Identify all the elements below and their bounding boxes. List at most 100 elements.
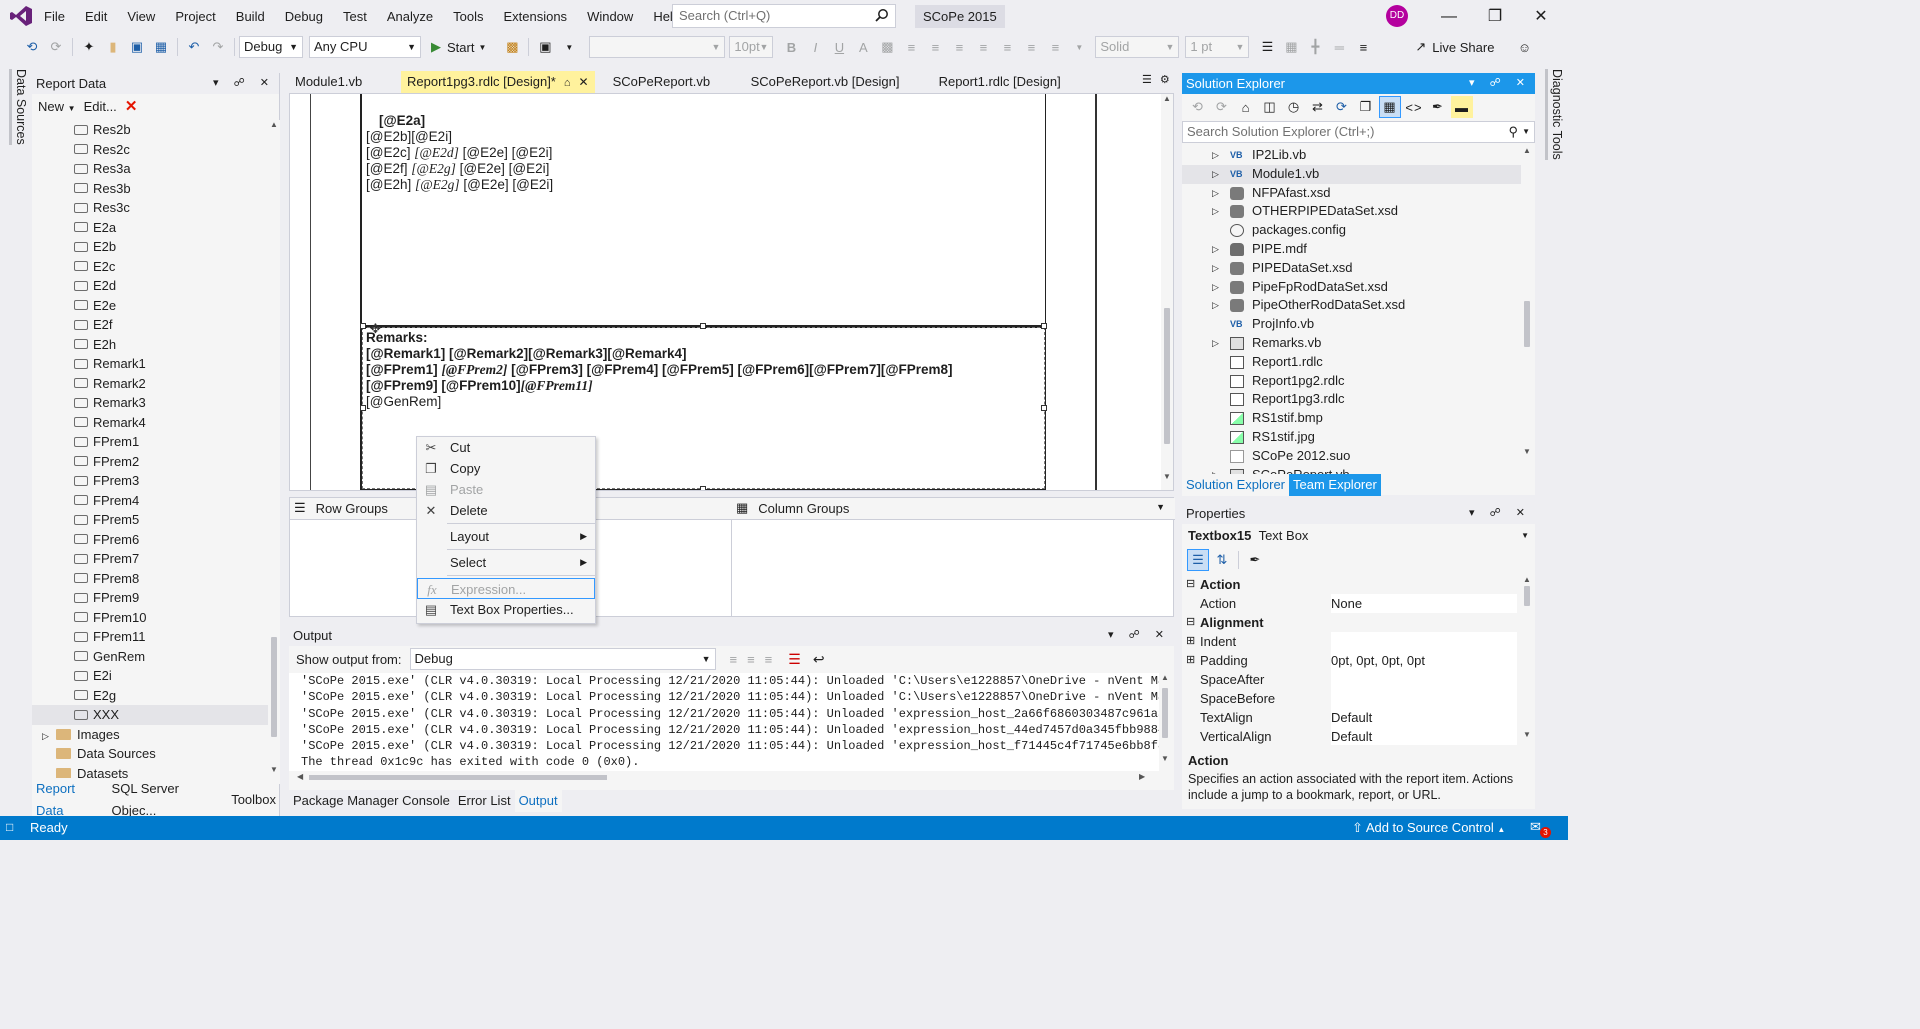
start-button[interactable]: ▶ Start ▼ xyxy=(431,39,486,55)
field-item[interactable]: E2d xyxy=(32,276,268,296)
folder-item[interactable]: ▷ Images xyxy=(32,725,268,745)
property-row[interactable]: ⊞ Padding 0pt, 0pt, 0pt, 0pt xyxy=(1182,651,1522,670)
solution-item[interactable]: ▷ Remarks.vb xyxy=(1182,334,1522,353)
resize-handle[interactable] xyxy=(700,486,706,490)
forward-icon[interactable]: ⟳ xyxy=(1211,96,1233,118)
scrollbar-thumb[interactable] xyxy=(271,637,277,737)
property-row[interactable]: ⊞ Indent xyxy=(1182,632,1522,651)
field-item[interactable]: E2e xyxy=(32,296,268,316)
scroll-up-icon[interactable]: ▲ xyxy=(1161,94,1173,103)
tab-team-explorer[interactable]: Team Explorer xyxy=(1289,473,1381,496)
show-all-files-icon[interactable]: ▦ xyxy=(1379,96,1401,118)
refresh-icon[interactable]: ⟳ xyxy=(1331,96,1353,118)
font-family-select[interactable]: ▼ xyxy=(589,36,726,58)
back-icon[interactable]: ⟲ xyxy=(21,36,43,58)
field-item[interactable]: FPrem8 xyxy=(32,569,268,589)
solution-item[interactable]: SCoPe 2012.suo xyxy=(1182,447,1522,466)
document-tab[interactable]: SCoPeReport.vb [Design] xyxy=(745,71,921,93)
menu-project[interactable]: Project xyxy=(165,0,225,33)
clear-all-icon[interactable]: ☰ xyxy=(788,651,801,668)
solution-item[interactable]: ▷ OTHERPIPEDataSet.xsd xyxy=(1182,202,1522,221)
field-item[interactable]: FPrem10 xyxy=(32,608,268,628)
properties-icon[interactable]: ✒ xyxy=(1427,96,1449,118)
property-row[interactable]: SpaceBefore xyxy=(1182,689,1522,708)
font-size-select[interactable]: 10pt ▼ xyxy=(729,36,774,58)
field-item[interactable]: E2a xyxy=(32,218,268,238)
solution-item[interactable]: Report1pg2.rdlc xyxy=(1182,372,1522,391)
delete-icon[interactable]: ✕ xyxy=(125,97,138,115)
scroll-left-icon[interactable]: ◀ xyxy=(297,772,303,781)
border-icon[interactable]: ☰ xyxy=(1256,36,1278,58)
close-window-button[interactable]: ✕ xyxy=(1518,0,1564,33)
pending-changes-icon[interactable]: ◷ xyxy=(1283,96,1305,118)
menu-item-select[interactable]: Select ▶ xyxy=(417,552,595,573)
alphabetical-icon[interactable]: ⇅ xyxy=(1211,549,1233,571)
field-item[interactable]: E2c xyxy=(32,257,268,277)
solution-scrollbar[interactable]: ▲ ▼ xyxy=(1521,146,1533,470)
align-right-icon[interactable]: ≡ xyxy=(948,36,970,58)
collapse-all-icon[interactable]: ❐ xyxy=(1355,96,1377,118)
solution-item[interactable]: Report1.rdlc xyxy=(1182,353,1522,372)
line-style-select[interactable]: Solid ▼ xyxy=(1095,36,1180,58)
bullet-list-icon[interactable]: ≡ xyxy=(996,36,1018,58)
expand-icon[interactable]: ▷ xyxy=(1212,146,1219,165)
object-selector[interactable]: Textbox15 Text Box ▼ xyxy=(1182,526,1535,546)
scroll-down-icon[interactable]: ▼ xyxy=(1159,754,1171,763)
tab-solution-explorer[interactable]: Solution Explorer xyxy=(1182,473,1289,496)
configuration-select[interactable]: Debug ▼ xyxy=(239,36,303,58)
field-item[interactable]: Res2c xyxy=(32,140,268,160)
live-share-button[interactable]: ↗ Live Share xyxy=(1415,39,1494,55)
menu-analyze[interactable]: Analyze xyxy=(377,0,443,33)
field-item[interactable]: Remark2 xyxy=(32,374,268,394)
field-item[interactable]: Remark4 xyxy=(32,413,268,433)
scroll-up-icon[interactable]: ▲ xyxy=(1521,575,1533,584)
expand-icon[interactable]: ⊞ xyxy=(1186,651,1195,670)
resize-handle[interactable] xyxy=(700,323,706,329)
categorized-icon[interactable]: ☰ xyxy=(1187,549,1209,571)
property-value[interactable]: 0pt, 0pt, 0pt, 0pt xyxy=(1331,651,1517,670)
scroll-up-icon[interactable]: ▲ xyxy=(1521,146,1533,155)
expand-icon[interactable]: ▷ xyxy=(1212,240,1219,259)
platform-select[interactable]: Any CPU ▼ xyxy=(309,36,421,58)
field-item[interactable]: FPrem5 xyxy=(32,510,268,530)
distribute-icon[interactable]: ═ xyxy=(1328,36,1350,58)
menu-extensions[interactable]: Extensions xyxy=(493,0,577,33)
field-item[interactable]: Remark3 xyxy=(32,393,268,413)
field-item[interactable]: Remark1 xyxy=(32,354,268,374)
scroll-up-icon[interactable]: ▲ xyxy=(268,120,280,129)
menu-item-text-box-properties[interactable]: ▤ Text Box Properties... xyxy=(417,599,595,620)
property-value[interactable]: Default xyxy=(1331,708,1517,727)
layout-more-icon[interactable]: ≡ xyxy=(1352,36,1374,58)
field-item[interactable]: Res2b xyxy=(32,120,268,140)
scroll-down-icon[interactable]: ▼ xyxy=(1521,730,1533,739)
increase-indent-icon[interactable]: ≡ xyxy=(1044,36,1066,58)
solution-item[interactable]: ▷ VB IP2Lib.vb xyxy=(1182,146,1522,165)
home-icon[interactable]: ⌂ xyxy=(1235,96,1257,118)
pin-icon[interactable]: ⌂ xyxy=(564,77,571,89)
view-code-icon[interactable]: <> xyxy=(1403,96,1425,118)
property-value[interactable]: None xyxy=(1331,594,1517,613)
align-objects-icon[interactable]: ╋ xyxy=(1304,36,1326,58)
scroll-down-icon[interactable]: ▼ xyxy=(1161,472,1173,481)
bold-icon[interactable]: B xyxy=(780,36,802,58)
edit-button[interactable]: Edit... xyxy=(84,99,117,114)
collapse-icon[interactable]: ⊟ xyxy=(1186,575,1195,594)
resize-handle[interactable] xyxy=(1041,405,1047,411)
expand-icon[interactable]: ▷ xyxy=(1212,296,1219,315)
menu-edit[interactable]: Edit xyxy=(75,0,117,33)
expand-icon[interactable]: ▷ xyxy=(1212,202,1219,221)
field-item[interactable]: FPrem4 xyxy=(32,491,268,511)
solution-explorer-search[interactable]: Search Solution Explorer (Ctrl+;) ⚲ ▼ xyxy=(1182,121,1535,143)
scrollbar-thumb[interactable] xyxy=(1524,301,1530,347)
field-item[interactable]: FPrem1 xyxy=(32,432,268,452)
field-item[interactable]: GenRem xyxy=(32,647,268,667)
new-project-icon[interactable]: ✦ xyxy=(78,36,100,58)
field-item[interactable]: Res3b xyxy=(32,179,268,199)
minimize-button[interactable]: — xyxy=(1426,0,1472,33)
field-item[interactable]: FPrem2 xyxy=(32,452,268,472)
field-item[interactable]: FPrem9 xyxy=(32,588,268,608)
new-button[interactable]: New ▼ xyxy=(38,99,76,114)
expand-icon[interactable]: ▷ xyxy=(1212,184,1219,203)
open-folder-icon[interactable]: ▮ xyxy=(102,36,124,58)
restore-button[interactable]: ❐ xyxy=(1472,0,1518,33)
